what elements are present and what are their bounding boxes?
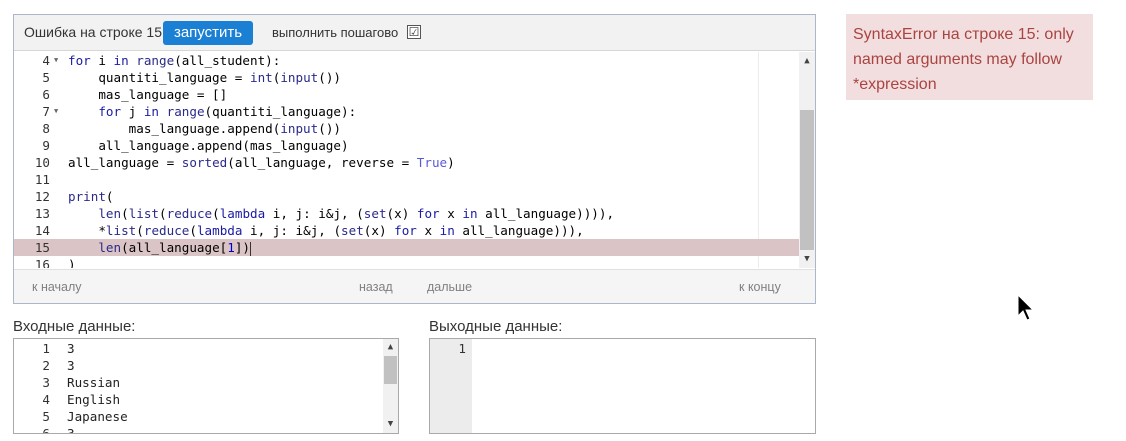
error-message-box: SyntaxError на строке 15: only named arg…	[846, 14, 1093, 100]
output-editor[interactable]: 1	[429, 338, 816, 434]
output-line-number: 1	[458, 341, 466, 356]
input-line[interactable]: English	[67, 391, 120, 408]
input-line-number: 6	[42, 426, 50, 434]
input-line-number: 1	[42, 341, 50, 356]
code-scrollbar-thumb[interactable]	[800, 110, 814, 250]
input-line-number: 4	[42, 392, 50, 407]
scroll-up-icon[interactable]: ▲	[383, 340, 398, 354]
code-panel: Ошибка на строке 15 запустить выполнить …	[13, 14, 816, 304]
input-label: Входные данные:	[13, 318, 136, 335]
line-number: 14	[34, 223, 50, 238]
code-line[interactable]: len(all_language[1])	[68, 239, 252, 256]
scroll-down-icon[interactable]: ▼	[383, 417, 398, 431]
error-status-text: Ошибка на строке 15	[24, 24, 162, 40]
code-line[interactable]: for j in range(quantiti_language):	[68, 103, 356, 120]
output-line-gutter: 1	[430, 339, 472, 433]
to-end-link[interactable]: к концу	[739, 280, 781, 294]
input-line-gutter: 1 2 3 4 5 6	[14, 339, 56, 433]
to-start-link[interactable]: к началу	[32, 280, 82, 294]
line-number: 10	[34, 155, 50, 170]
line-number: 5	[42, 70, 50, 85]
forward-link[interactable]: дальше	[427, 280, 472, 294]
line-number: 15	[34, 240, 50, 255]
mouse-pointer-icon	[1017, 294, 1035, 321]
line-number: 13	[34, 206, 50, 221]
line-number: 9	[42, 138, 50, 153]
fold-toggle-icon[interactable]: ▼	[54, 52, 58, 69]
code-line[interactable]: mas_language = []	[68, 86, 227, 103]
input-line[interactable]: 3	[67, 340, 75, 357]
step-navigation: к началу назад дальше к концу	[14, 269, 815, 303]
code-line[interactable]: *list(reduce(lambda i, j: i&j, (set(x) f…	[68, 222, 583, 239]
code-line[interactable]: mas_language.append(input())	[68, 120, 341, 137]
back-link[interactable]: назад	[359, 280, 393, 294]
code-line[interactable]: len(list(reduce(lambda i, j: i&j, (set(x…	[68, 205, 614, 222]
scroll-down-icon[interactable]: ▼	[799, 252, 815, 266]
line-number: 11	[34, 172, 50, 187]
input-line-number: 5	[42, 409, 50, 424]
print-margin	[758, 52, 759, 268]
line-number: 4	[42, 53, 50, 68]
input-editor[interactable]: 123456 ▲ ▼ 3 3 Russian English Japanese 3	[13, 338, 399, 434]
line-number: 16	[34, 257, 50, 268]
line-number: 8	[42, 121, 50, 136]
code-line[interactable]: )	[68, 256, 76, 268]
input-line-number: 2	[42, 358, 50, 373]
code-scrollbar[interactable]: ▲ ▼	[799, 52, 815, 268]
code-line[interactable]: for i in range(all_student):	[68, 52, 280, 69]
input-line[interactable]: 3	[67, 357, 75, 374]
code-editor[interactable]: 4 ▼ 5 6 7 ▼ 8 9 10 11 12 13 14 15 16 for i in range(al…	[14, 52, 815, 268]
text-cursor	[250, 241, 252, 256]
code-line[interactable]: all_language = sorted(all_language, reve…	[68, 154, 455, 171]
input-scrollbar-thumb[interactable]	[384, 356, 397, 384]
run-button[interactable]: запустить	[163, 21, 253, 45]
output-label: Выходные данные:	[429, 318, 563, 335]
input-line[interactable]: 3	[67, 425, 75, 433]
line-number: 12	[34, 189, 50, 204]
fold-toggle-icon[interactable]: ▼	[54, 103, 58, 120]
code-line[interactable]: all_language.append(mas_language)	[68, 137, 348, 154]
input-scrollbar[interactable]: ▲ ▼	[383, 339, 398, 433]
step-by-step-checkbox[interactable]: ☑	[407, 25, 421, 39]
line-number: 6	[42, 87, 50, 102]
line-number-gutter: 4 ▼ 5 6 7 ▼ 8 9 10 11 12 13 14 15 16	[14, 52, 64, 268]
error-message-text: SyntaxError на строке 15: only named arg…	[853, 26, 1074, 93]
input-line-number: 3	[42, 375, 50, 390]
scroll-up-icon[interactable]: ▲	[799, 54, 815, 68]
code-line[interactable]: quantiti_language = int(input())	[68, 69, 341, 86]
code-panel-header: Ошибка на строке 15 запустить выполнить …	[14, 15, 815, 51]
line-number: 7	[42, 104, 50, 119]
code-area[interactable]: for i in range(all_student): quantiti_la…	[64, 52, 815, 268]
input-line[interactable]: Russian	[67, 374, 120, 391]
input-line[interactable]: Japanese	[67, 408, 128, 425]
step-by-step-label: выполнить пошагово	[272, 25, 399, 40]
code-line[interactable]: print(	[68, 188, 114, 205]
